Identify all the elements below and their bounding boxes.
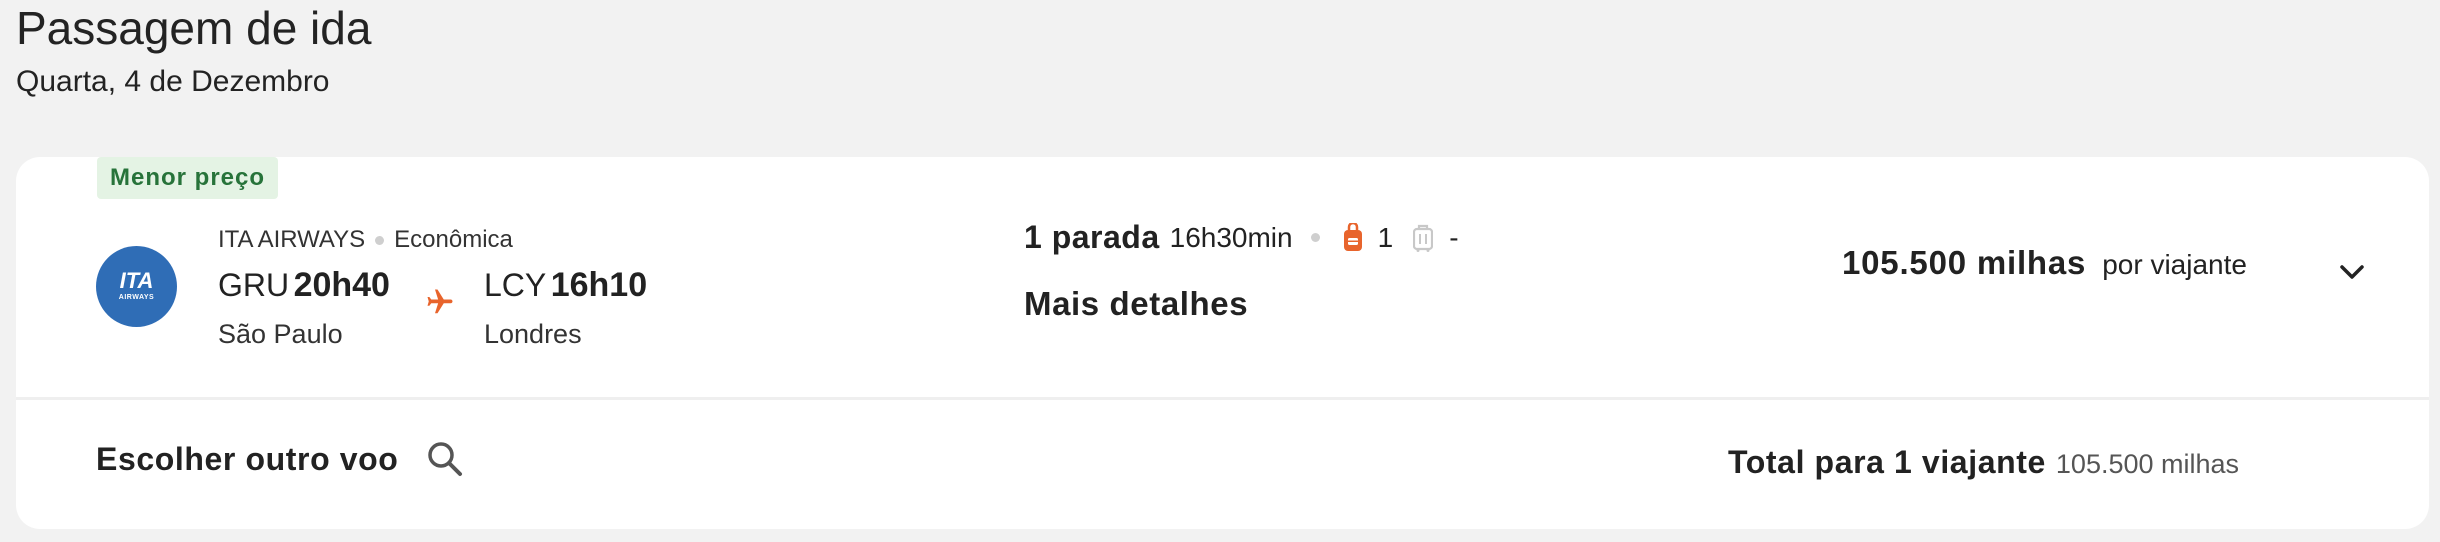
total-value: 105.500 milhas <box>2055 449 2240 479</box>
total-label: Total para 1 viajante <box>1728 444 2046 480</box>
departure-time: 20h40 <box>293 266 390 304</box>
carry-on-count: 1 <box>1377 221 1394 253</box>
stops-info: 1 parada 16h30min 1 - <box>1024 219 1459 256</box>
arrival-time: 16h10 <box>550 266 648 304</box>
suitcase-icon <box>1413 224 1434 252</box>
logo-subtext: AIRWAYS <box>119 294 154 301</box>
chevron-down-icon[interactable] <box>2334 255 2370 291</box>
separator-dot <box>375 235 385 245</box>
backpack-icon <box>1343 222 1362 251</box>
cabin-class: Econômica <box>394 226 513 253</box>
airline-logo: ITA AIRWAYS <box>96 246 177 327</box>
choose-other-flight-label: Escolher outro voo <box>96 440 399 477</box>
flight-card: Menor preço ITA AIRWAYS ITA AIRWAYS Econ… <box>16 157 2429 529</box>
destination-city: Londres <box>484 319 582 349</box>
price-miles: 105.500 milhas <box>1842 244 2087 281</box>
total-price: Total para 1 viajante 105.500 milhas <box>1728 444 2239 481</box>
search-icon <box>428 442 463 476</box>
choose-other-flight-button[interactable]: Escolher outro voo <box>96 440 464 478</box>
origin-segment: GRU 20h40 São Paulo <box>218 265 390 351</box>
origin-city: São Paulo <box>218 319 343 349</box>
airline-name: ITA AIRWAYS <box>218 226 366 253</box>
more-details-link[interactable]: Mais detalhes <box>1024 285 1248 323</box>
lowest-price-badge: Menor preço <box>97 157 278 199</box>
destination-segment: LCY 16h10 Londres <box>484 265 647 351</box>
page-header: Passagem de ida Quarta, 4 de Dezembro <box>16 0 371 102</box>
flight-duration: 16h30min <box>1169 221 1293 253</box>
checked-bag-value: - <box>1449 221 1459 253</box>
separator-dot <box>1310 233 1320 242</box>
page-subtitle-date: Quarta, 4 de Dezembro <box>16 65 330 98</box>
price: 105.500 milhas por viajante <box>1842 244 2247 282</box>
price-per-traveler: por viajante <box>2102 249 2247 280</box>
divider <box>16 397 2429 400</box>
page-title: Passagem de ida <box>16 2 372 54</box>
destination-code: LCY <box>484 267 547 303</box>
plane-icon <box>427 289 453 314</box>
origin-code: GRU <box>218 267 290 303</box>
logo-text: ITA <box>120 268 154 293</box>
stops-count: 1 parada <box>1024 219 1160 255</box>
airline-info: ITA AIRWAYS Econômica <box>218 225 513 255</box>
